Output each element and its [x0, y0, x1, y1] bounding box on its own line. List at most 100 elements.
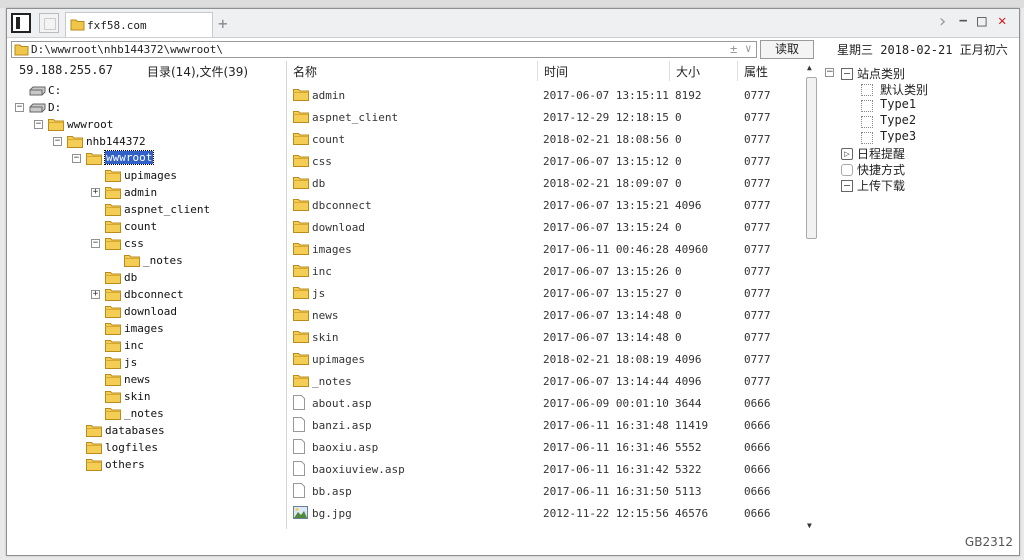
file-row[interactable]: bb.asp 2017-06-11 16:31:50 5113 0666: [287, 482, 802, 504]
file-row[interactable]: about.asp 2017-06-09 00:01:10 3644 0666: [287, 394, 802, 416]
file-row[interactable]: inc 2017-06-07 13:15:26 0 0777: [287, 262, 802, 284]
file-name: skin: [312, 331, 339, 344]
column-attr[interactable]: 属性: [744, 63, 768, 80]
tree-toggle-collapse-icon[interactable]: −: [91, 239, 100, 248]
tree-toggle-expand-icon[interactable]: +: [91, 188, 100, 197]
file-row[interactable]: banzi.asp 2017-06-11 16:31:48 11419 0666: [287, 416, 802, 438]
folder-icon: [293, 375, 309, 387]
file-row[interactable]: _notes 2017-06-07 13:14:44 4096 0777: [287, 372, 802, 394]
sidebar-toggle-button[interactable]: [11, 13, 31, 33]
tree-item[interactable]: logfiles: [7, 440, 285, 457]
dir-file-summary: 目录(14),文件(39): [147, 65, 249, 79]
tree-item[interactable]: + dbconnect: [7, 287, 285, 304]
panel-item[interactable]: Type3: [821, 129, 1011, 145]
file-row[interactable]: baoxiu.asp 2017-06-11 16:31:46 5552 0666: [287, 438, 802, 460]
forward-icon[interactable]: ›: [937, 11, 948, 32]
tree-item[interactable]: databases: [7, 423, 285, 440]
tree-item[interactable]: count: [7, 219, 285, 236]
panel-item[interactable]: − 站点类别: [821, 65, 1011, 81]
scroll-down-icon[interactable]: ▼: [807, 521, 812, 530]
tree-item[interactable]: images: [7, 321, 285, 338]
tree-toggle-collapse-icon[interactable]: −: [72, 154, 81, 163]
directory-tree: C: − D: − wwwroot − nhb144372− wwwroot upimages +…: [7, 83, 285, 523]
address-bar[interactable]: D:\wwwroot\nhb144372\wwwroot\ ± ∨: [11, 41, 757, 58]
column-name[interactable]: 名称: [293, 63, 317, 80]
tree-item[interactable]: _notes: [7, 406, 285, 423]
close-button[interactable]: ✕: [998, 13, 1006, 29]
file-name: count: [312, 133, 346, 146]
file-row[interactable]: skin 2017-06-07 13:14:48 0 0777: [287, 328, 802, 350]
column-size[interactable]: 大小: [676, 63, 700, 80]
tree-item[interactable]: C:: [7, 83, 285, 100]
scroll-up-icon[interactable]: ▲: [807, 63, 812, 72]
tree-item[interactable]: others: [7, 457, 285, 474]
tree-item[interactable]: + admin: [7, 185, 285, 202]
file-row[interactable]: baoxiuview.asp 2017-06-11 16:31:42 5322 066…: [287, 460, 802, 482]
tab-active[interactable]: fxf58.com: [65, 12, 213, 37]
new-tab-button[interactable]: +: [218, 14, 228, 33]
file-size: 0: [675, 155, 682, 168]
maximize-button[interactable]: □: [977, 11, 987, 30]
tree-item[interactable]: − wwwroot: [7, 117, 285, 134]
scrollbar-thumb[interactable]: [806, 77, 817, 239]
tree-item[interactable]: skin: [7, 389, 285, 406]
file-row[interactable]: aspnet_client 2017-12-29 12:18:15 0 0777: [287, 108, 802, 130]
read-button[interactable]: 读取: [760, 40, 814, 59]
tree-item[interactable]: download: [7, 304, 285, 321]
file-row[interactable]: count 2018-02-21 18:08:56 0 0777: [287, 130, 802, 152]
tree-item[interactable]: news: [7, 372, 285, 389]
tree-toggle-collapse-icon[interactable]: −: [34, 120, 43, 129]
panel-item[interactable]: 快捷方式: [821, 161, 1011, 177]
file-row[interactable]: db 2018-02-21 18:09:07 0 0777: [287, 174, 802, 196]
panel-item[interactable]: 上传下载: [821, 177, 1011, 193]
file-row[interactable]: admin 2017-06-07 13:15:11 8192 0777: [287, 86, 802, 108]
file-list-scrollbar[interactable]: ▲ ▼: [805, 63, 818, 533]
folder-icon: [105, 221, 121, 233]
file-row[interactable]: css 2017-06-07 13:15:12 0 0777: [287, 152, 802, 174]
panel-collapse-icon[interactable]: −: [825, 68, 834, 77]
file-row[interactable]: js 2017-06-07 13:15:27 0 0777: [287, 284, 802, 306]
tree-item[interactable]: _notes: [7, 253, 285, 270]
tree-item[interactable]: upimages: [7, 168, 285, 185]
tree-item[interactable]: db: [7, 270, 285, 287]
file-name: aspnet_client: [312, 111, 399, 124]
reader-mode-button[interactable]: [39, 13, 59, 33]
right-panel: − 站点类别 默认类别 Type1 Type2 Type3 ▷ 日程提醒快捷方式 上传下载: [821, 63, 1017, 533]
minimize-button[interactable]: −: [959, 13, 967, 29]
folder-icon: [105, 408, 121, 420]
tree-item[interactable]: − D:: [7, 100, 285, 117]
tree-toggle-collapse-icon[interactable]: −: [15, 103, 24, 112]
column-time[interactable]: 时间: [544, 63, 568, 80]
panel-item[interactable]: Type1: [821, 97, 1011, 113]
tree-item[interactable]: − nhb144372: [7, 134, 285, 151]
plus-minus-icon[interactable]: ±: [730, 42, 737, 56]
tree-item[interactable]: inc: [7, 338, 285, 355]
tree-item[interactable]: aspnet_client: [7, 202, 285, 219]
folder-icon: [105, 357, 121, 369]
dropdown-icon[interactable]: ∨: [745, 42, 752, 55]
file-row[interactable]: images 2017-06-11 00:46:28 40960 0777: [287, 240, 802, 262]
tree-item[interactable]: − wwwroot: [7, 150, 285, 168]
panel-item[interactable]: Type2: [821, 113, 1011, 129]
panel-item-label: 快捷方式: [857, 163, 906, 177]
tree-item[interactable]: js: [7, 355, 285, 372]
tree-item-label: D:: [48, 101, 62, 114]
file-attr: 0666: [744, 419, 771, 432]
panel-item[interactable]: ▷ 日程提醒: [821, 145, 1011, 161]
folder-icon: [86, 442, 102, 454]
file-row[interactable]: dbconnect 2017-06-07 13:15:21 4096 0777: [287, 196, 802, 218]
desktop-background: [0, 0, 1024, 8]
file-row[interactable]: upimages 2018-02-21 18:08:19 4096 0777: [287, 350, 802, 372]
tree-item[interactable]: − css: [7, 236, 285, 253]
tree-item-label: wwwroot: [67, 118, 114, 131]
file-row[interactable]: news 2017-06-07 13:14:48 0 0777: [287, 306, 802, 328]
file-row[interactable]: bg.jpg 2012-11-22 12:15:56 46576 0666: [287, 504, 802, 526]
tree-toggle-collapse-icon[interactable]: −: [53, 137, 62, 146]
header-divider: [537, 61, 538, 81]
panel-item[interactable]: 默认类别: [821, 81, 1011, 97]
file-row[interactable]: download 2017-06-07 13:15:24 0 0777: [287, 218, 802, 240]
tree-toggle-expand-icon[interactable]: +: [91, 290, 100, 299]
folder-icon: [67, 136, 83, 148]
file-attr: 0777: [744, 243, 771, 256]
file-time: 2017-06-07 13:14:48: [543, 309, 669, 322]
